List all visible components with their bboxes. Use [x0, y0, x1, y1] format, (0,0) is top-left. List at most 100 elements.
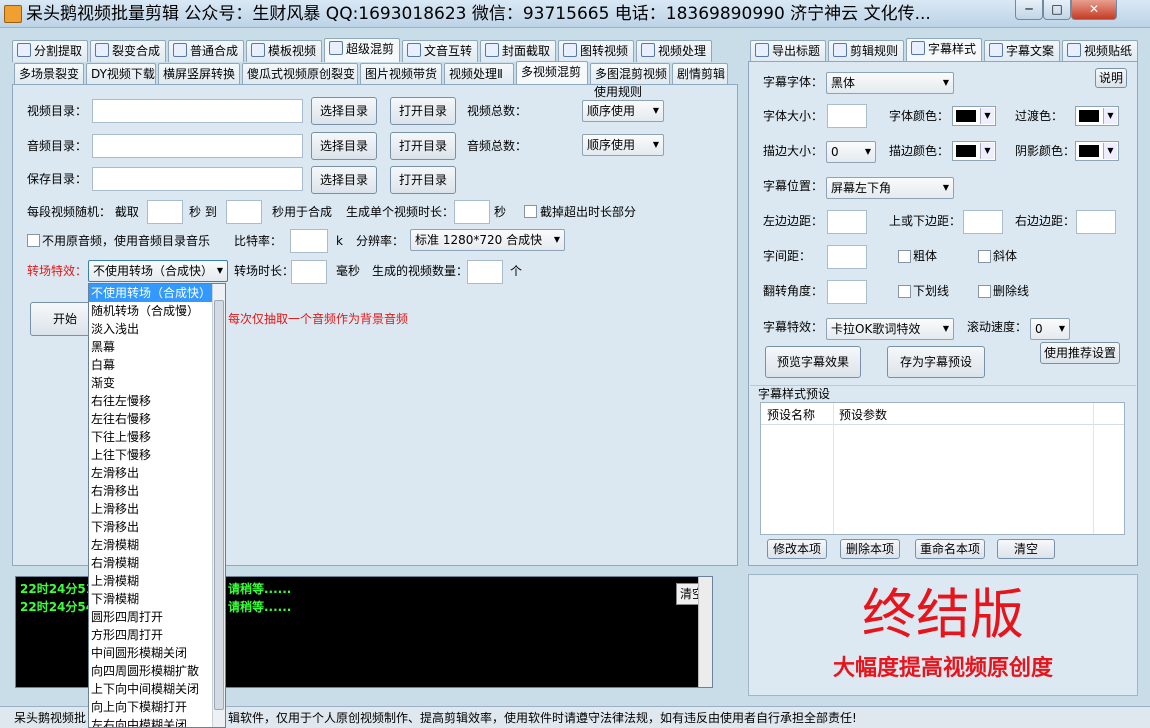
save-dir-input[interactable]: [92, 167, 303, 191]
left-margin-input[interactable]: [827, 210, 867, 234]
tab-template-video[interactable]: 模板视频: [246, 40, 322, 62]
transition-color-picker[interactable]: ▼: [1075, 106, 1119, 126]
dropdown-option[interactable]: 随机转场（合成慢）: [89, 302, 225, 320]
dropdown-option[interactable]: 白幕: [89, 356, 225, 374]
cut-start-input[interactable]: [147, 200, 183, 224]
dropdown-option[interactable]: 右往左慢移: [89, 392, 225, 410]
audio-dir-input[interactable]: [92, 134, 303, 158]
transition-dropdown-list[interactable]: 不使用转场（合成快） 随机转场（合成慢） 淡入浅出 黑幕 白幕 渐变 右往左慢移 左往右慢移下…: [88, 283, 226, 728]
bitrate-input[interactable]: [290, 229, 328, 253]
dropdown-option[interactable]: 上往下慢移: [89, 446, 225, 464]
strike-checkbox[interactable]: [978, 285, 991, 298]
stroke-color-picker[interactable]: ▼: [952, 141, 996, 161]
dropdown-option[interactable]: 向上向下模糊打开: [89, 698, 225, 716]
shadow-color-picker[interactable]: ▼: [1075, 141, 1119, 161]
tab-normal-merge[interactable]: 普通合成: [168, 40, 244, 62]
tab-image-to-video[interactable]: 图转视频: [558, 40, 634, 62]
save-open-dir-button[interactable]: 打开目录: [390, 166, 456, 194]
dropdown-option[interactable]: 左滑移出: [89, 464, 225, 482]
dropdown-option[interactable]: 下往上慢移: [89, 428, 225, 446]
dropdown-option[interactable]: 下滑移出: [89, 518, 225, 536]
recommend-settings-button[interactable]: 使用推荐设置: [1040, 342, 1120, 364]
save-select-dir-button[interactable]: 选择目录: [311, 166, 377, 194]
tab-subtitle-copy[interactable]: 字幕文案: [984, 40, 1060, 62]
preset-table[interactable]: 预设名称 预设参数: [760, 402, 1125, 535]
rotate-input[interactable]: [827, 280, 867, 304]
spacing-input[interactable]: [827, 245, 867, 269]
delete-preset-button[interactable]: 删除本项: [840, 539, 900, 559]
subtab-multi-video-mix[interactable]: 多视频混剪: [516, 61, 588, 85]
dropdown-option[interactable]: 淡入浅出: [89, 320, 225, 338]
tab-cover-capture[interactable]: 封面截取: [480, 40, 556, 62]
dropdown-option[interactable]: 不使用转场（合成快）: [89, 284, 225, 302]
font-select[interactable]: 黑体: [826, 72, 954, 94]
video-dir-input[interactable]: [92, 99, 303, 123]
video-order-select[interactable]: 顺序使用: [582, 100, 664, 122]
clear-presets-button[interactable]: 清空: [997, 539, 1055, 559]
scroll-speed-select[interactable]: 0: [1030, 318, 1070, 340]
tab-subtitle-style[interactable]: 字幕样式: [906, 38, 982, 62]
help-button[interactable]: 说明: [1095, 68, 1127, 88]
subtab-plot-edit[interactable]: 剧情剪辑: [672, 63, 728, 85]
dropdown-option[interactable]: 中间圆形模糊关闭: [89, 644, 225, 662]
subtab-image-video-sell[interactable]: 图片视频带货: [360, 63, 442, 85]
maximize-button[interactable]: □: [1043, 0, 1071, 20]
dropdown-option[interactable]: 左右向中模糊关闭: [89, 716, 225, 727]
subtab-easy-fission[interactable]: 傻瓜式视频原创裂变: [242, 63, 358, 85]
dropdown-option[interactable]: 上滑移出: [89, 500, 225, 518]
save-preset-button[interactable]: 存为字幕预设: [887, 346, 985, 378]
resolution-select[interactable]: 标准 1280*720 合成快: [410, 229, 565, 251]
font-color-picker[interactable]: ▼: [952, 106, 996, 126]
audio-order-select[interactable]: 顺序使用: [582, 134, 664, 156]
bold-checkbox[interactable]: [898, 250, 911, 263]
tab-video-process[interactable]: 视频处理: [636, 40, 712, 62]
dropdown-option[interactable]: 下滑模糊: [89, 590, 225, 608]
right-margin-input[interactable]: [1076, 210, 1116, 234]
video-select-dir-button[interactable]: 选择目录: [311, 97, 377, 125]
tab-cut-rules[interactable]: 剪辑规则: [828, 40, 904, 62]
subtab-dy-download[interactable]: DY视频下载: [86, 63, 156, 85]
dropdown-option[interactable]: 右滑移出: [89, 482, 225, 500]
cut-end-input[interactable]: [226, 200, 262, 224]
preview-subtitle-button[interactable]: 预览字幕效果: [765, 346, 861, 378]
tab-super-mix[interactable]: 超级混剪: [324, 38, 400, 62]
dropdown-scrollbar[interactable]: [212, 284, 225, 727]
transition-select[interactable]: 不使用转场（合成快）: [88, 260, 228, 282]
dropdown-option[interactable]: 方形四周打开: [89, 626, 225, 644]
tab-fission-merge[interactable]: 裂变合成: [90, 40, 166, 62]
effect-select[interactable]: 卡拉OK歌词特效: [826, 318, 954, 340]
tab-text-audio[interactable]: 文音互转: [402, 40, 478, 62]
dropdown-option[interactable]: 上下向中间模糊关闭: [89, 680, 225, 698]
position-select[interactable]: 屏幕左下角: [826, 177, 954, 199]
modify-preset-button[interactable]: 修改本项: [767, 539, 827, 559]
tab-video-sticker[interactable]: 视频贴纸: [1062, 40, 1138, 62]
tab-split-extract[interactable]: 分割提取: [12, 40, 88, 62]
dropdown-option[interactable]: 圆形四周打开: [89, 608, 225, 626]
no-original-audio-checkbox[interactable]: [27, 234, 40, 247]
audio-open-dir-button[interactable]: 打开目录: [390, 132, 456, 160]
gen-count-input[interactable]: [467, 260, 503, 284]
dropdown-option[interactable]: 右滑模糊: [89, 554, 225, 572]
rename-preset-button[interactable]: 重命名本项: [915, 539, 985, 559]
dropdown-option[interactable]: 渐变: [89, 374, 225, 392]
font-size-input[interactable]: [827, 104, 867, 128]
minimize-button[interactable]: ─: [1015, 0, 1043, 20]
dropdown-option[interactable]: 上滑模糊: [89, 572, 225, 590]
single-duration-input[interactable]: [454, 200, 490, 224]
log-scrollbar[interactable]: [698, 577, 712, 687]
dropdown-scroll-thumb[interactable]: [214, 300, 224, 710]
subtab-orientation[interactable]: 横屏竖屏转换: [158, 63, 240, 85]
transition-duration-input[interactable]: [291, 260, 327, 284]
subtab-video-process-2[interactable]: 视频处理Ⅱ: [444, 63, 514, 85]
close-button[interactable]: ✕: [1071, 0, 1117, 20]
stroke-size-select[interactable]: 0: [826, 141, 876, 163]
dropdown-option[interactable]: 左滑模糊: [89, 536, 225, 554]
italic-checkbox[interactable]: [978, 250, 991, 263]
dropdown-option[interactable]: 黑幕: [89, 338, 225, 356]
video-open-dir-button[interactable]: 打开目录: [390, 97, 456, 125]
subtab-multi-scene[interactable]: 多场景裂变: [14, 63, 84, 85]
underline-checkbox[interactable]: [898, 285, 911, 298]
audio-select-dir-button[interactable]: 选择目录: [311, 132, 377, 160]
cut-excess-checkbox[interactable]: [524, 205, 537, 218]
vert-margin-input[interactable]: [963, 210, 1003, 234]
